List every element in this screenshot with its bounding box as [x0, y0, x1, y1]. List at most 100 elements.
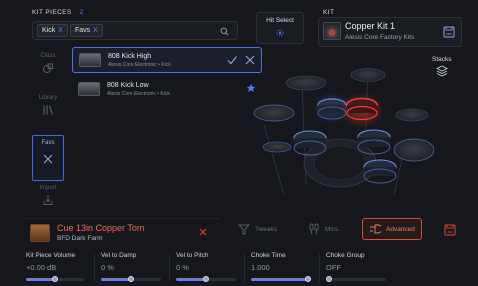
param-slider-knob[interactable]	[52, 276, 58, 282]
list-item[interactable]: 808 Kick Low Alesis Core Electronic • Ki…	[72, 76, 262, 102]
kit-piece-title: 808 Kick Low	[107, 81, 149, 89]
filter-search-bar[interactable]: Kick X Favs X	[32, 21, 238, 40]
tab-label: Mics	[325, 225, 339, 233]
stacks-icon	[435, 65, 448, 77]
param-label: Kit Piece Volume	[26, 252, 76, 259]
side-nav-class[interactable]: Class	[32, 53, 64, 87]
param-slider[interactable]	[251, 276, 311, 282]
kit-panel: KIT Copper Kit 1 Alesis Core Factory Kit…	[318, 7, 462, 47]
check-icon[interactable]	[227, 55, 237, 65]
param-slider[interactable]	[26, 276, 84, 282]
drum-kit-editor: KIT PIECES 2 Kick X Favs X Class Library…	[0, 0, 478, 286]
cymbal-china[interactable]	[262, 141, 292, 153]
param-vel-to-pitch: Vel to Pitch 0 %	[176, 252, 209, 272]
close-icon	[43, 154, 53, 164]
cymbal-hihat[interactable]	[253, 104, 295, 122]
drum-kit-view[interactable]	[244, 55, 434, 205]
param-choke-time: Choke Time 1.000	[251, 252, 286, 272]
stacks-button[interactable]: Stacks	[432, 56, 452, 77]
search-icon[interactable]	[220, 27, 229, 36]
side-nav-library[interactable]: Library	[32, 95, 64, 129]
selected-piece-thumbnail	[30, 224, 50, 242]
advanced-icon	[370, 224, 381, 234]
divider	[244, 254, 245, 282]
param-slider-fill	[101, 278, 131, 281]
param-kit-piece-volume: Kit Piece Volume +0.00 dB	[26, 252, 75, 272]
param-choke-group: Choke Group OFF	[326, 252, 365, 272]
divider	[94, 254, 95, 282]
param-slider-fill	[251, 278, 311, 281]
tab-mics[interactable]: Mics	[308, 218, 338, 240]
kit-pieces-title: KIT PIECES	[32, 9, 72, 16]
param-slider[interactable]	[326, 276, 386, 282]
param-slider-fill	[176, 278, 206, 281]
parameter-strip: Kit Piece Volume +0.00 dB Vel to Damp 0 …	[24, 252, 478, 286]
kit-piece-subtitle: Alesis Core Electronic • Kick	[108, 61, 171, 68]
shapes-icon	[43, 63, 53, 73]
piece-settings-tabs: Tweaks Mics Advanced	[232, 214, 468, 244]
kit-name: Copper Kit 1	[345, 21, 396, 31]
hit-select-button[interactable]: Hit Select	[256, 12, 304, 44]
list-item[interactable]: 808 Kick High Alesis Core Electronic • K…	[72, 47, 262, 73]
kit-piece-thumbnail	[79, 53, 101, 67]
side-nav-label: Class	[40, 53, 56, 59]
divider	[169, 254, 170, 282]
cymbal-ride[interactable]	[393, 138, 434, 162]
param-slider-knob[interactable]	[128, 276, 134, 282]
side-nav-import[interactable]: Import	[32, 185, 64, 219]
kit-selector[interactable]: Copper Kit 1 Alesis Core Factory Kits	[318, 17, 462, 47]
filter-chip-kick[interactable]: Kick X	[37, 24, 68, 37]
side-nav-favs[interactable]: Favs	[32, 135, 64, 181]
tab-label: Tweaks	[255, 225, 278, 233]
kit-thumbnail	[323, 22, 341, 40]
selected-piece-subtitle: BFD Dark Farm	[57, 235, 103, 242]
save-icon[interactable]	[444, 224, 456, 236]
param-value[interactable]: OFF	[326, 263, 365, 272]
param-slider[interactable]	[101, 276, 161, 282]
cymbal-crash-right[interactable]	[350, 68, 386, 82]
stacks-label: Stacks	[432, 56, 452, 63]
kit-subtitle: Alesis Core Factory Kits	[345, 34, 415, 41]
side-nav-label: Library	[38, 95, 58, 101]
selected-piece-name: Cue 13in Copper Tom	[57, 223, 145, 233]
import-icon	[43, 195, 53, 205]
param-value[interactable]: 1.000	[251, 263, 286, 272]
param-label: Vel to Pitch	[176, 252, 209, 259]
cymbal-splash[interactable]	[395, 108, 429, 122]
hit-select-label: Hit Select	[266, 17, 294, 24]
library-icon	[43, 105, 54, 115]
param-slider-knob[interactable]	[326, 276, 332, 282]
param-value[interactable]: +0.00 dB	[26, 263, 75, 272]
param-value[interactable]: 0 %	[101, 263, 136, 272]
hit-target-icon	[276, 29, 284, 37]
filter-chip-label: Kick	[42, 27, 56, 34]
remove-filter-icon[interactable]: X	[58, 27, 63, 34]
close-icon[interactable]	[199, 228, 207, 236]
mics-icon	[309, 223, 319, 234]
category-side-nav: Class Library Favs Import	[32, 47, 64, 217]
kit-pieces-count: 2	[79, 9, 84, 16]
kit-piece-thumbnail	[78, 82, 100, 96]
param-slider-knob[interactable]	[305, 276, 311, 282]
param-label: Choke Group	[326, 252, 365, 259]
param-value[interactable]: 0 %	[176, 263, 209, 272]
filter-chip-label: Favs	[75, 27, 91, 34]
selected-piece-bar: Cue 13in Copper Tom BFD Dark Farm	[24, 218, 220, 246]
param-label: Vel to Damp	[101, 252, 137, 259]
param-slider[interactable]	[176, 276, 236, 282]
param-slider-knob[interactable]	[203, 276, 209, 282]
filter-chip-favs[interactable]: Favs X	[70, 24, 103, 37]
cymbal-crash-left[interactable]	[285, 75, 327, 91]
kit-piece-title: 808 Kick High	[108, 52, 152, 60]
remove-filter-icon[interactable]: X	[93, 27, 98, 34]
kit-pieces-header: KIT PIECES 2	[32, 9, 83, 16]
tweaks-icon	[238, 224, 250, 235]
param-label: Choke Time	[251, 252, 286, 259]
save-icon[interactable]	[443, 26, 455, 38]
side-nav-label: Favs	[41, 140, 55, 146]
kit-label: KIT	[323, 9, 335, 16]
tab-label: Advanced	[386, 225, 415, 233]
tab-advanced[interactable]: Advanced	[362, 218, 422, 240]
param-vel-to-damp: Vel to Damp 0 %	[101, 252, 136, 272]
tab-tweaks[interactable]: Tweaks	[238, 218, 277, 240]
